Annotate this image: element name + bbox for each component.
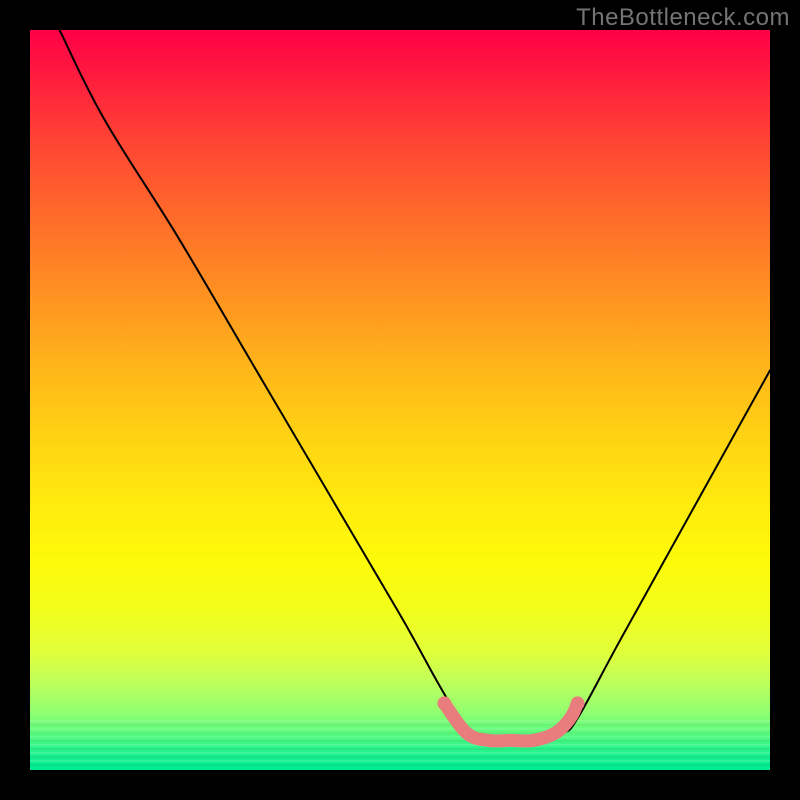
overlay-end-dot <box>437 696 451 710</box>
bottleneck-curve-path <box>60 30 770 741</box>
chart-frame: TheBottleneck.com <box>0 0 800 800</box>
chart-svg <box>30 30 770 770</box>
watermark-text: TheBottleneck.com <box>576 4 790 32</box>
optimal-overlay-dots <box>437 696 584 710</box>
plot-area <box>30 30 770 770</box>
optimal-overlay-path <box>444 703 577 741</box>
overlay-end-dot <box>571 696 585 710</box>
